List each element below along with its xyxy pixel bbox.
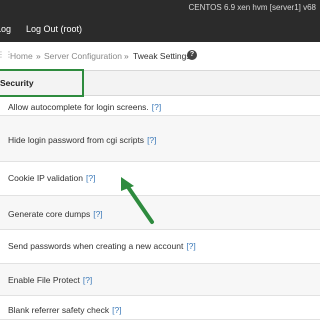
breadcrumb-server-configuration-link[interactable]: Server Configuration — [44, 51, 122, 61]
setting-label: Cookie IP validation [?] — [8, 173, 96, 183]
setting-row: Enable File Protect [?] — [0, 264, 320, 296]
breadcrumb: ⋮⋮ Home » Server Configuration » Tweak S… — [0, 46, 320, 66]
breadcrumb-home-link[interactable]: Home — [10, 51, 33, 61]
setting-row: Blank referrer safety check [?] — [0, 296, 320, 320]
setting-label: Hide login password from cgi scripts [?] — [8, 135, 157, 145]
setting-help-link[interactable]: [?] — [152, 102, 161, 112]
logout-link[interactable]: Log Out (root) — [26, 24, 82, 34]
breadcrumb-separator: » — [36, 51, 41, 61]
setting-row: Cookie IP validation [?] — [0, 162, 320, 196]
setting-help-link[interactable]: [?] — [147, 135, 156, 145]
highlight-box — [0, 69, 84, 97]
setting-label: Allow autocomplete for login screens. [?] — [8, 102, 162, 112]
setting-row: Send passwords when creating a new accou… — [0, 230, 320, 264]
setting-help-link[interactable]: [?] — [112, 305, 121, 315]
setting-help-link[interactable]: [?] — [93, 209, 102, 219]
setting-help-link[interactable]: [?] — [86, 173, 95, 183]
server-info: CENTOS 6.9 xen hvm [server1] v68 — [188, 3, 316, 12]
setting-help-link[interactable]: [?] — [83, 275, 92, 285]
top-bar: CENTOS 6.9 xen hvm [server1] v68 Log Log… — [0, 0, 320, 42]
help-icon[interactable]: ? — [187, 50, 197, 60]
breadcrumb-separator: » — [124, 51, 129, 61]
setting-row: Hide login password from cgi scripts [?] — [0, 116, 320, 162]
setting-help-link[interactable]: [?] — [186, 241, 195, 251]
setting-label: Send passwords when creating a new accou… — [8, 241, 196, 251]
setting-row: Generate core dumps [?] — [0, 196, 320, 230]
setting-label: Enable File Protect [?] — [8, 275, 93, 285]
log-link[interactable]: Log — [0, 24, 11, 34]
setting-row: Allow autocomplete for login screens. [?] — [0, 96, 320, 116]
setting-label: Generate core dumps [?] — [8, 209, 103, 219]
setting-label: Blank referrer safety check [?] — [8, 305, 122, 315]
breadcrumb-current-page: Tweak Settings — [133, 51, 191, 61]
